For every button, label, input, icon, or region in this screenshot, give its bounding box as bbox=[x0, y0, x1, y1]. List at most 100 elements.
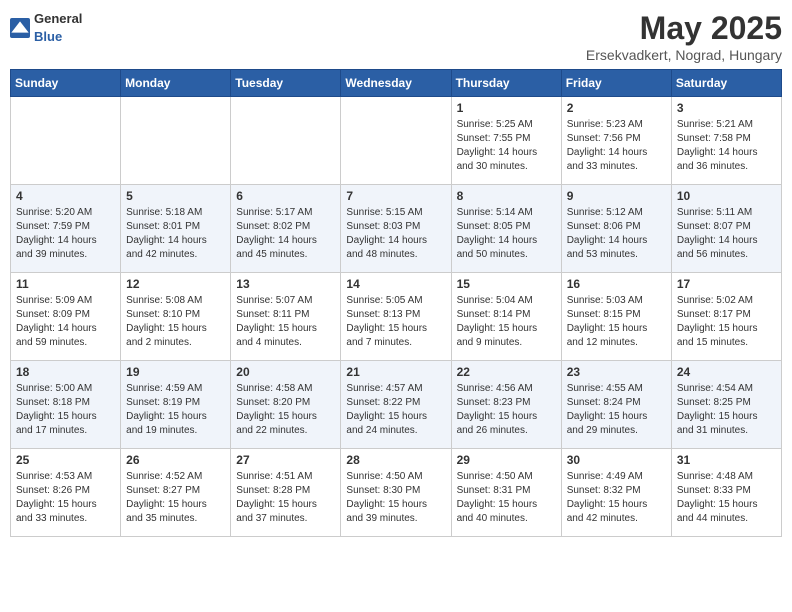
day-header-thursday: Thursday bbox=[451, 70, 561, 97]
cell-line: and 2 minutes. bbox=[126, 336, 225, 350]
cell-line: and 39 minutes. bbox=[346, 512, 445, 526]
cell-line: Sunset: 7:56 PM bbox=[567, 132, 666, 146]
cell-line: Sunset: 8:02 PM bbox=[236, 220, 335, 234]
cell-content: Sunrise: 4:56 AMSunset: 8:23 PMDaylight:… bbox=[457, 382, 556, 438]
cell-line: Sunset: 8:03 PM bbox=[346, 220, 445, 234]
day-number: 17 bbox=[677, 277, 776, 291]
cell-line: Sunset: 8:14 PM bbox=[457, 308, 556, 322]
calendar-cell bbox=[121, 97, 231, 185]
day-number: 11 bbox=[16, 277, 115, 291]
cell-line: Daylight: 15 hours bbox=[346, 498, 445, 512]
cell-line: and 45 minutes. bbox=[236, 248, 335, 262]
cell-line: and 15 minutes. bbox=[677, 336, 776, 350]
cell-line: Sunset: 8:09 PM bbox=[16, 308, 115, 322]
day-number: 21 bbox=[346, 365, 445, 379]
cell-line: Sunset: 8:05 PM bbox=[457, 220, 556, 234]
cell-line: Sunset: 8:01 PM bbox=[126, 220, 225, 234]
cell-content: Sunrise: 4:52 AMSunset: 8:27 PMDaylight:… bbox=[126, 470, 225, 526]
cell-line: Sunrise: 4:50 AM bbox=[346, 470, 445, 484]
cell-line: Sunrise: 4:56 AM bbox=[457, 382, 556, 396]
cell-line: Sunrise: 5:02 AM bbox=[677, 294, 776, 308]
day-number: 9 bbox=[567, 189, 666, 203]
cell-content: Sunrise: 5:08 AMSunset: 8:10 PMDaylight:… bbox=[126, 294, 225, 350]
cell-line: Sunrise: 4:58 AM bbox=[236, 382, 335, 396]
calendar-cell: 13Sunrise: 5:07 AMSunset: 8:11 PMDayligh… bbox=[231, 273, 341, 361]
logo-icon bbox=[10, 18, 30, 38]
day-number: 29 bbox=[457, 453, 556, 467]
cell-line: Sunset: 8:32 PM bbox=[567, 484, 666, 498]
cell-line: Sunrise: 5:09 AM bbox=[16, 294, 115, 308]
cell-content: Sunrise: 4:57 AMSunset: 8:22 PMDaylight:… bbox=[346, 382, 445, 438]
calendar-cell: 2Sunrise: 5:23 AMSunset: 7:56 PMDaylight… bbox=[561, 97, 671, 185]
cell-line: Daylight: 14 hours bbox=[457, 146, 556, 160]
cell-line: and 50 minutes. bbox=[457, 248, 556, 262]
cell-line: and 19 minutes. bbox=[126, 424, 225, 438]
cell-line: and 31 minutes. bbox=[677, 424, 776, 438]
calendar-cell: 24Sunrise: 4:54 AMSunset: 8:25 PMDayligh… bbox=[671, 361, 781, 449]
calendar-cell: 29 Sunrise: 4:50 AMSunset: 8:31 PMDayligh… bbox=[451, 449, 561, 537]
cell-line: Daylight: 15 hours bbox=[236, 498, 335, 512]
cell-line: Daylight: 15 hours bbox=[16, 410, 115, 424]
cell-content: Sunrise: 5:05 AMSunset: 8:13 PMDaylight:… bbox=[346, 294, 445, 350]
cell-line: and 4 minutes. bbox=[236, 336, 335, 350]
logo-text-general: General bbox=[34, 11, 82, 26]
cell-line: Sunrise: 4:59 AM bbox=[126, 382, 225, 396]
day-number: 19 bbox=[126, 365, 225, 379]
cell-content: Sunrise: 5:03 AMSunset: 8:15 PMDaylight:… bbox=[567, 294, 666, 350]
calendar-cell: 27Sunrise: 4:51 AMSunset: 8:28 PMDayligh… bbox=[231, 449, 341, 537]
calendar-cell: 12Sunrise: 5:08 AMSunset: 8:10 PMDayligh… bbox=[121, 273, 231, 361]
calendar-cell: 22Sunrise: 4:56 AMSunset: 8:23 PMDayligh… bbox=[451, 361, 561, 449]
calendar-cell: 31 Sunrise: 4:48 AMSunset: 8:33 PMDayligh… bbox=[671, 449, 781, 537]
cell-line: Sunset: 8:22 PM bbox=[346, 396, 445, 410]
cell-line: and 9 minutes. bbox=[457, 336, 556, 350]
cell-line: Daylight: 14 hours bbox=[457, 234, 556, 248]
cell-line: Sunrise: 4:51 AM bbox=[236, 470, 335, 484]
cell-content: Sunrise: 5:23 AMSunset: 7:56 PMDaylight:… bbox=[567, 118, 666, 174]
calendar-cell: 18Sunrise: 5:00 AMSunset: 8:18 PMDayligh… bbox=[11, 361, 121, 449]
cell-line: Sunrise: 4:52 AM bbox=[126, 470, 225, 484]
cell-line: and 39 minutes. bbox=[16, 248, 115, 262]
cell-content: Sunrise: 4:51 AMSunset: 8:28 PMDaylight:… bbox=[236, 470, 335, 526]
day-number: 8 bbox=[457, 189, 556, 203]
cell-content: Sunrise: 4:50 AMSunset: 8:31 PMDaylight:… bbox=[457, 470, 556, 526]
cell-line: Daylight: 15 hours bbox=[567, 410, 666, 424]
cell-line: Sunset: 8:17 PM bbox=[677, 308, 776, 322]
cell-line: and 26 minutes. bbox=[457, 424, 556, 438]
day-number: 6 bbox=[236, 189, 335, 203]
calendar-cell: 23Sunrise: 4:55 AMSunset: 8:24 PMDayligh… bbox=[561, 361, 671, 449]
cell-line: Sunrise: 5:20 AM bbox=[16, 206, 115, 220]
cell-line: Sunset: 8:24 PM bbox=[567, 396, 666, 410]
cell-line: Daylight: 15 hours bbox=[126, 410, 225, 424]
cell-line: Sunrise: 5:15 AM bbox=[346, 206, 445, 220]
cell-content: Sunrise: 5:15 AMSunset: 8:03 PMDaylight:… bbox=[346, 206, 445, 262]
cell-line: Daylight: 15 hours bbox=[457, 322, 556, 336]
day-number: 10 bbox=[677, 189, 776, 203]
cell-line: and 7 minutes. bbox=[346, 336, 445, 350]
day-number: 31 bbox=[677, 453, 776, 467]
cell-line: Sunset: 8:06 PM bbox=[567, 220, 666, 234]
cell-content: Sunrise: 4:48 AMSunset: 8:33 PMDaylight:… bbox=[677, 470, 776, 526]
calendar-subtitle: Ersekvadkert, Nograd, Hungary bbox=[586, 47, 782, 63]
cell-content: Sunrise: 4:55 AMSunset: 8:24 PMDaylight:… bbox=[567, 382, 666, 438]
cell-line: Daylight: 14 hours bbox=[567, 146, 666, 160]
calendar-cell: 28Sunrise: 4:50 AMSunset: 8:30 PMDayligh… bbox=[341, 449, 451, 537]
calendar-cell bbox=[231, 97, 341, 185]
cell-line: Daylight: 14 hours bbox=[236, 234, 335, 248]
cell-line: Sunset: 8:15 PM bbox=[567, 308, 666, 322]
day-number: 30 bbox=[567, 453, 666, 467]
cell-line: and 42 minutes. bbox=[567, 512, 666, 526]
cell-content: Sunrise: 4:50 AMSunset: 8:30 PMDaylight:… bbox=[346, 470, 445, 526]
day-number: 7 bbox=[346, 189, 445, 203]
day-number: 16 bbox=[567, 277, 666, 291]
cell-line: Sunrise: 5:07 AM bbox=[236, 294, 335, 308]
cell-content: Sunrise: 5:21 AMSunset: 7:58 PMDaylight:… bbox=[677, 118, 776, 174]
cell-content: Sunrise: 5:07 AMSunset: 8:11 PMDaylight:… bbox=[236, 294, 335, 350]
cell-line: Daylight: 14 hours bbox=[126, 234, 225, 248]
cell-line: Daylight: 15 hours bbox=[126, 498, 225, 512]
cell-line: Daylight: 14 hours bbox=[677, 146, 776, 160]
logo: General Blue bbox=[10, 10, 82, 46]
calendar-cell: 9Sunrise: 5:12 AMSunset: 8:06 PMDaylight… bbox=[561, 185, 671, 273]
logo-text-blue: Blue bbox=[34, 29, 62, 44]
cell-line: Sunset: 8:13 PM bbox=[346, 308, 445, 322]
calendar-title: May 2025 bbox=[586, 10, 782, 47]
